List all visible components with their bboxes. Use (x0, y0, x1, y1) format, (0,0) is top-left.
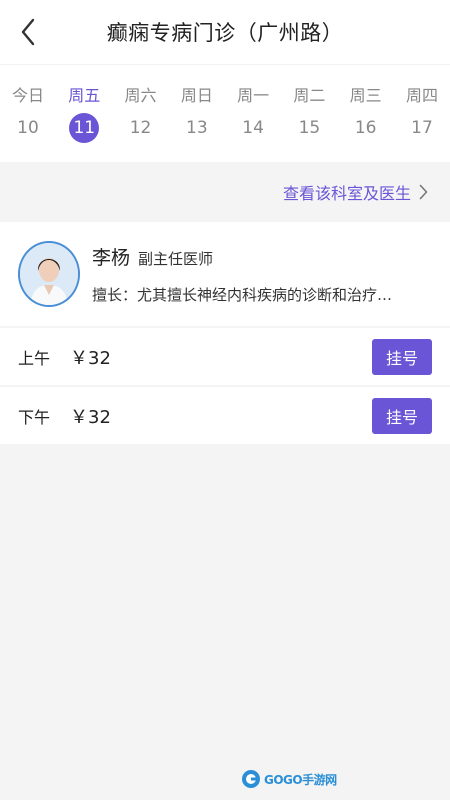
doctor-info: 李杨 副主任医师 擅长：尤其擅长神经内科疾病的诊断和治疗… (92, 243, 392, 305)
doctor-card[interactable]: 李杨 副主任医师 擅长：尤其擅长神经内科疾病的诊断和治疗… (0, 222, 450, 326)
date-weekday: 周五 (68, 86, 101, 105)
view-department-link[interactable]: 查看该科室及医生 (283, 180, 428, 204)
date-item-2[interactable]: 周六 12 (113, 65, 169, 162)
chevron-left-icon (21, 18, 35, 46)
date-item-4[interactable]: 周一 14 (225, 65, 281, 162)
date-number: 16 (354, 118, 377, 138)
date-weekday: 周六 (124, 86, 157, 105)
watermark: GOGO手游网 (241, 769, 337, 789)
date-number: 14 (242, 118, 264, 138)
time-slot-morning: 上午 ￥32 挂号 (0, 328, 450, 385)
watermark-logo-icon (242, 770, 260, 788)
date-number: 12 (129, 118, 152, 138)
date-number: 10 (17, 118, 39, 138)
date-item-1[interactable]: 周五 11 (56, 65, 112, 162)
doctor-specialty: 擅长：尤其擅长神经内科疾病的诊断和治疗… (92, 286, 393, 304)
time-slot-afternoon: 下午 ￥32 挂号 (0, 387, 450, 444)
date-item-3[interactable]: 周日 13 (169, 65, 225, 162)
date-number: 17 (411, 118, 433, 138)
date-weekday: 今日 (11, 86, 44, 105)
slot-price: ￥32 (70, 406, 111, 428)
slot-period: 上午 (18, 348, 51, 368)
date-number: 13 (186, 118, 208, 138)
date-weekday: 周二 (293, 86, 326, 105)
chevron-right-icon (419, 184, 428, 200)
register-button[interactable]: 挂号 (372, 397, 432, 434)
date-selector: 今日 10 周五 11 周六 12 周日 13 周一 14 周二 15 周三 1… (0, 64, 450, 162)
back-button[interactable] (10, 12, 46, 52)
date-weekday: 周三 (349, 86, 382, 105)
doctor-title: 副主任医师 (138, 250, 214, 268)
date-item-7[interactable]: 周四 17 (394, 65, 450, 162)
doctor-name-row: 李杨 副主任医师 (92, 243, 392, 270)
doctor-name: 李杨 (92, 247, 131, 269)
slot-period: 下午 (18, 407, 51, 427)
date-number: 15 (298, 118, 321, 138)
watermark-text: GOGO手游网 (264, 772, 337, 787)
date-item-0[interactable]: 今日 10 (0, 65, 56, 162)
register-button[interactable]: 挂号 (372, 338, 432, 375)
date-weekday: 周四 (405, 86, 438, 105)
date-item-6[interactable]: 周三 16 (338, 65, 394, 162)
slot-price: ￥32 (70, 347, 111, 369)
view-department-label: 查看该科室及医生 (282, 184, 411, 203)
date-number-selected: 11 (69, 113, 100, 143)
doctor-avatar (18, 241, 80, 307)
page-title: 癫痫专病门诊（广州路） (106, 21, 344, 45)
date-item-5[interactable]: 周二 15 (281, 65, 337, 162)
date-weekday: 周一 (237, 86, 270, 105)
time-slot-list: 上午 ￥32 挂号 下午 ￥32 挂号 (0, 328, 450, 444)
top-bar: 癫痫专病门诊（广州路） (0, 0, 450, 64)
dept-link-bar: 查看该科室及医生 (0, 162, 450, 222)
date-weekday: 周日 (180, 86, 213, 105)
